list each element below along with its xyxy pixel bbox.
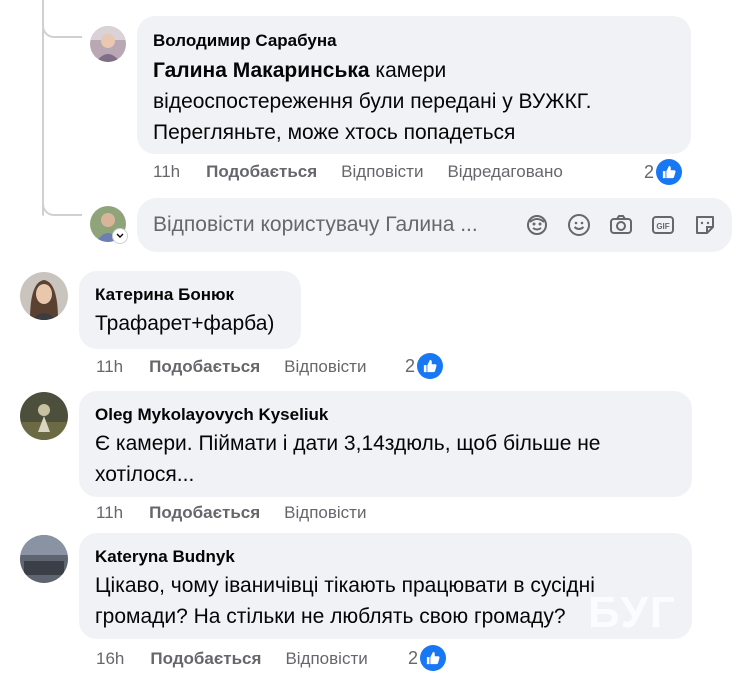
reaction-count[interactable]: 2 bbox=[405, 353, 444, 379]
like-icon bbox=[417, 353, 444, 379]
comment-bubble: Володимир Сарабуна Галина Макаринська ка… bbox=[137, 16, 691, 154]
like-button[interactable]: Подобається bbox=[149, 503, 260, 523]
comment-time[interactable]: 11h bbox=[153, 162, 180, 182]
avatar[interactable] bbox=[20, 272, 68, 320]
avatar[interactable] bbox=[90, 26, 126, 62]
svg-text:GIF: GIF bbox=[656, 222, 669, 231]
comment-text-line: Є камери. Піймати і дати 3,14здюль, щоб … bbox=[95, 432, 601, 455]
comment-actions: 11h Подобається Відповісти bbox=[96, 357, 390, 377]
edited-label[interactable]: Відредаговано bbox=[447, 162, 562, 182]
thread-curve-2 bbox=[42, 200, 82, 216]
watermark: БУГ bbox=[588, 588, 677, 637]
reply-tools: GIF bbox=[508, 212, 718, 238]
reply-button[interactable]: Відповісти bbox=[284, 503, 366, 523]
reaction-count[interactable]: 2 bbox=[408, 645, 447, 671]
reply-button[interactable]: Відповісти bbox=[284, 357, 366, 377]
comment-text-line: хотілося... bbox=[95, 463, 195, 486]
chevron-down-icon[interactable] bbox=[112, 228, 128, 244]
thread-curve-1 bbox=[42, 24, 82, 38]
comment-actions: 11h Подобається Відповісти bbox=[96, 503, 390, 523]
comment-text-part: камери bbox=[375, 59, 447, 82]
comment-author[interactable]: Oleg Mykolayovych Kyseliuk bbox=[95, 404, 676, 426]
camera-icon[interactable] bbox=[608, 212, 634, 238]
comment-text: Галина Макаринська камери відеоспостереж… bbox=[153, 55, 675, 148]
like-button[interactable]: Подобається bbox=[149, 357, 260, 377]
avatar[interactable] bbox=[20, 392, 68, 440]
comment-time[interactable]: 11h bbox=[96, 357, 123, 377]
comment-bubble: Oleg Mykolayovych Kyseliuk Є камери. Пій… bbox=[79, 391, 692, 497]
avatar-sticker-icon[interactable] bbox=[524, 212, 550, 238]
comment-actions: 16h Подобається Відповісти bbox=[96, 649, 392, 669]
like-button[interactable]: Подобається bbox=[206, 162, 317, 182]
reply-input[interactable]: Відповісти користувачу Галина ... GIF bbox=[137, 198, 732, 252]
comment-text-line: громади? На стільки не люблять свою гром… bbox=[95, 605, 566, 628]
comment-author[interactable]: Kateryna Budnyk bbox=[95, 546, 676, 568]
like-icon bbox=[656, 159, 683, 185]
emoji-icon[interactable] bbox=[566, 212, 592, 238]
comment-time[interactable]: 16h bbox=[96, 649, 124, 669]
comment-bubble: Катерина Бонюк Трафарет+фарба) bbox=[79, 271, 301, 349]
comment-author[interactable]: Катерина Бонюк bbox=[95, 284, 285, 306]
comment-text: Є камери. Піймати і дати 3,14здюль, щоб … bbox=[95, 428, 676, 490]
like-icon bbox=[420, 645, 447, 671]
reply-button[interactable]: Відповісти bbox=[341, 162, 423, 182]
reaction-number: 2 bbox=[408, 647, 419, 668]
comment-author[interactable]: Володимир Сарабуна bbox=[153, 30, 675, 52]
reaction-count[interactable]: 2 bbox=[644, 159, 683, 185]
reply-placeholder: Відповісти користувачу Галина ... bbox=[153, 213, 478, 236]
mention[interactable]: Галина Макаринська bbox=[153, 59, 370, 82]
reaction-number: 2 bbox=[644, 161, 655, 182]
comment-text: Трафарет+фарба) bbox=[95, 312, 275, 335]
comment-time[interactable]: 11h bbox=[96, 503, 123, 523]
like-button[interactable]: Подобається bbox=[150, 649, 261, 669]
reaction-number: 2 bbox=[405, 355, 416, 376]
reply-button[interactable]: Відповісти bbox=[285, 649, 367, 669]
sticker-icon[interactable] bbox=[692, 212, 718, 238]
comment-text-line: Цікаво, чому іваничівці тікають працюват… bbox=[95, 574, 595, 597]
comment-text-line: відеоспостереження були передані у ВУЖКГ… bbox=[153, 90, 592, 113]
comment-actions: 11h Подобається Відповісти Відредаговано bbox=[153, 162, 563, 182]
gif-icon[interactable]: GIF bbox=[650, 212, 676, 238]
avatar[interactable] bbox=[20, 535, 68, 583]
comment-text-line: Перегляньте, може хтось попадеться bbox=[153, 121, 516, 144]
